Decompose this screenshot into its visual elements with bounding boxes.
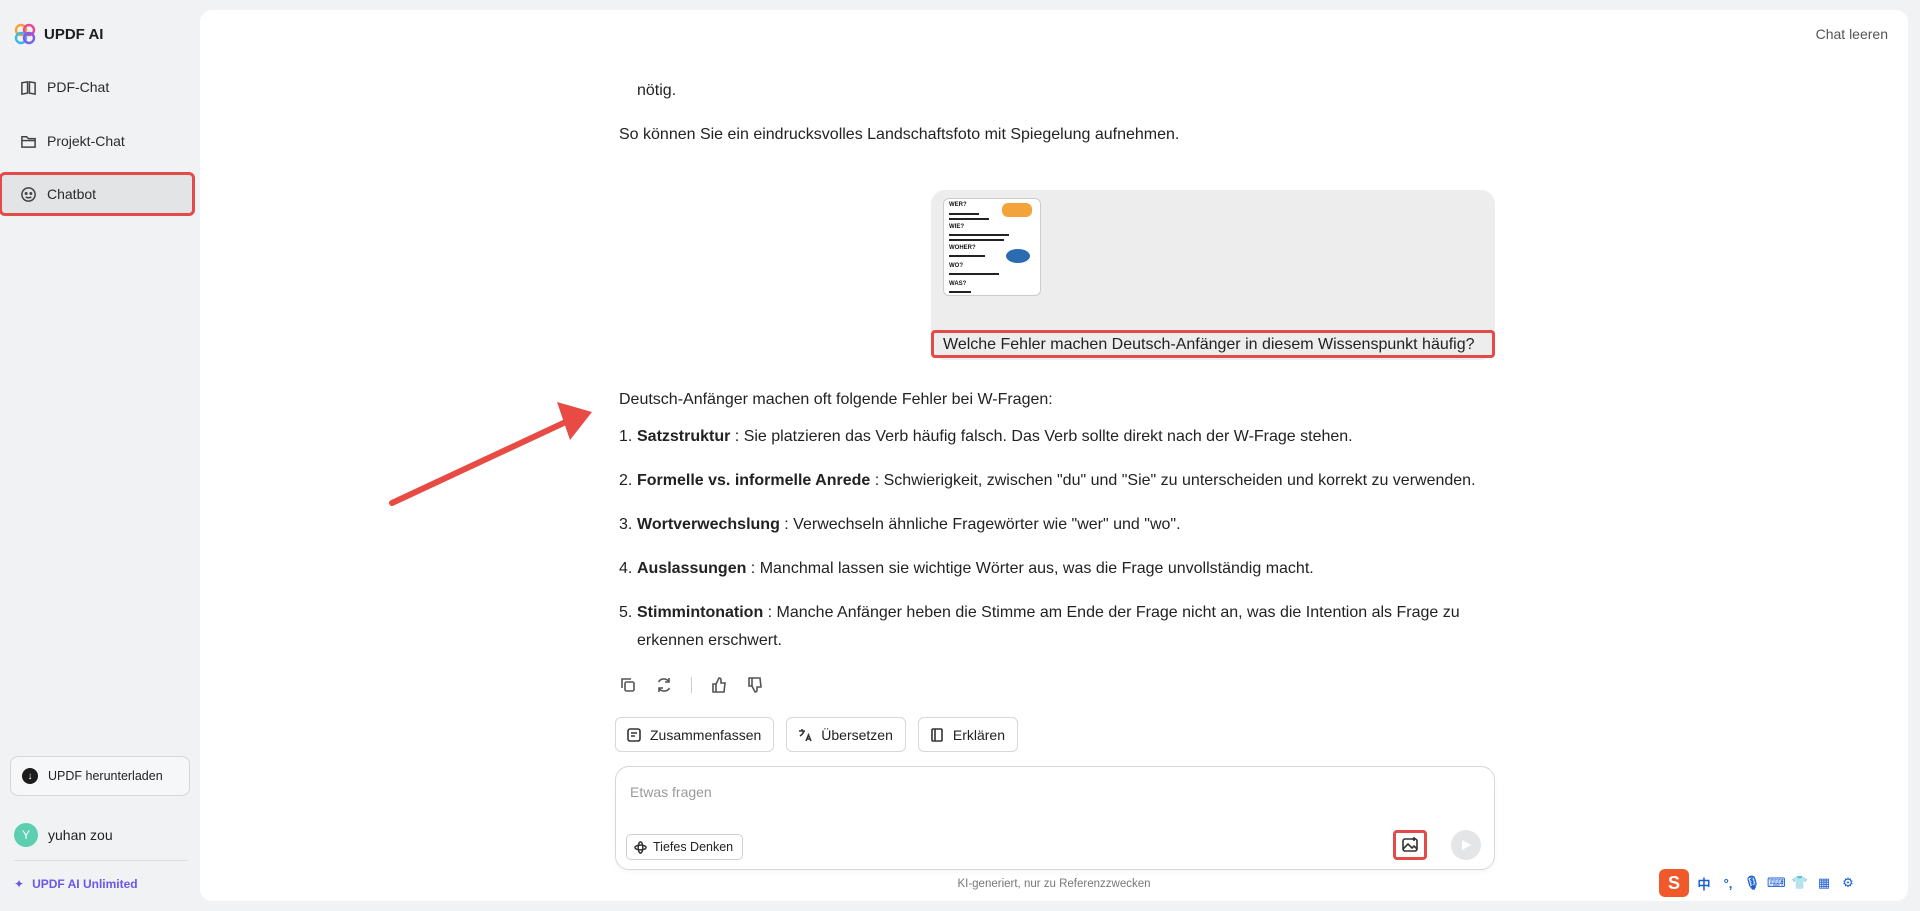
sidebar-item-label: PDF-Chat [47, 79, 110, 95]
book-icon [931, 727, 943, 742]
bot-icon [21, 186, 36, 202]
brand-name: UPDF AI [44, 25, 104, 43]
previous-answer-closing: So können Sie ein eindrucksvolles Landsc… [619, 126, 1180, 143]
keyboard-icon[interactable]: ⌨ [1767, 875, 1786, 891]
list-item: 2. Formelle vs. informelle Anrede : Schwi… [619, 472, 1476, 489]
message-composer: Tiefes Denken [615, 766, 1495, 870]
user-profile[interactable]: Y yuhan zou [14, 823, 113, 847]
attached-image-thumbnail[interactable]: WER? WIE? WOHER? WO? WAS? [943, 198, 1041, 296]
sidebar: UPDF AI PDF-Chat Projekt-Chat Chatbot ↓ … [0, 0, 198, 911]
chat-input[interactable] [630, 781, 1470, 803]
ime-language-toggle[interactable]: 中 [1695, 874, 1713, 893]
sidebar-divider [14, 860, 188, 861]
avatar: Y [14, 823, 38, 847]
ime-punctuation-toggle[interactable]: °, [1719, 876, 1737, 891]
thumb-heading: WER? [949, 202, 967, 208]
sidebar-item-projekt-chat[interactable]: Projekt-Chat [10, 122, 192, 160]
translate-icon [799, 728, 813, 741]
previous-answer-tail: nötig. [637, 82, 677, 99]
updf-logo-icon [14, 23, 36, 45]
list-item: 5. Stimmintonation : Manche Anfänger hebe… [619, 604, 1460, 649]
list-item: 1. Satzstruktur : Sie platzieren das Verb… [619, 428, 1353, 445]
skin-icon[interactable]: 👕 [1791, 875, 1809, 891]
regenerate-icon[interactable] [655, 676, 673, 694]
summarize-icon [627, 727, 641, 742]
sidebar-item-label: Projekt-Chat [47, 133, 125, 149]
unlimited-link[interactable]: ✦ UPDF AI Unlimited [14, 877, 138, 891]
people-icon [1002, 203, 1032, 217]
image-plus-icon [1402, 837, 1418, 852]
message-actions [619, 676, 764, 694]
explain-label: Erklären [952, 726, 1006, 743]
globe-icon [1006, 249, 1030, 263]
list-item: 3. Wortverwechslung : Verwechseln ähnlich… [619, 516, 1181, 533]
assistant-answer: Deutsch-Anfänger machen oft folgende Feh… [619, 391, 1499, 671]
thumb-heading: WO? [949, 263, 963, 269]
thumbs-up-icon[interactable] [710, 676, 728, 694]
sidebar-item-chatbot[interactable]: Chatbot [0, 172, 195, 216]
thumbs-down-icon[interactable] [746, 676, 764, 694]
explain-button[interactable]: Erklären [917, 717, 1019, 752]
sidebar-item-pdf-chat[interactable]: PDF-Chat [10, 68, 192, 106]
deep-think-label: Tiefes Denken [653, 840, 734, 854]
chat-panel: Chat leeren nötig. So können Sie ein ein… [200, 10, 1908, 901]
summarize-label: Zusammenfassen [650, 726, 762, 743]
brand-logo[interactable]: UPDF AI [14, 22, 103, 46]
unlimited-label: UPDF AI Unlimited [32, 877, 138, 891]
sidebar-item-label: Chatbot [47, 186, 97, 202]
download-icon: ↓ [22, 768, 38, 784]
ai-disclaimer: KI-generiert, nur zu Referenzzwecken [957, 878, 1151, 890]
send-button[interactable] [1451, 830, 1481, 860]
sparkle-icon: ✦ [14, 877, 25, 891]
microphone-icon[interactable]: 🎙 [1743, 875, 1761, 891]
translate-label: Übersetzen [821, 726, 893, 743]
translate-button[interactable]: Übersetzen [786, 717, 906, 752]
ime-toolbar: S 中 °, 🎙 ⌨ 👕 ▦ ⚙ [1655, 868, 1861, 898]
action-separator [691, 677, 692, 693]
answer-list: 1. Satzstruktur : Sie platzieren das Verb… [619, 423, 1499, 655]
send-icon [1462, 840, 1471, 850]
list-item: 4. Auslassungen : Manchmal lassen sie wic… [619, 560, 1314, 577]
settings-icon[interactable]: ⚙ [1839, 875, 1857, 891]
image-upload-button[interactable] [1393, 830, 1427, 860]
download-label: UPDF herunterladen [48, 769, 163, 783]
summarize-button[interactable]: Zusammenfassen [615, 717, 775, 752]
thumb-heading: WAS? [949, 281, 967, 287]
answer-intro: Deutsch-Anfänger machen oft folgende Feh… [619, 391, 1053, 408]
sogou-logo-icon[interactable]: S [1659, 869, 1689, 897]
atom-icon [634, 840, 647, 854]
copy-icon[interactable] [619, 676, 637, 694]
clear-chat-button[interactable]: Chat leeren [1816, 26, 1888, 42]
download-updf-button[interactable]: ↓ UPDF herunterladen [10, 756, 190, 796]
grid-icon[interactable]: ▦ [1815, 875, 1833, 891]
folder-icon [21, 135, 36, 148]
user-message: WER? WIE? WOHER? WO? WAS? Welche Fehler … [931, 190, 1495, 360]
user-name: yuhan zou [48, 827, 113, 843]
thumb-heading: WIE? [949, 224, 964, 230]
book-icon [21, 80, 36, 95]
quick-actions: Zusammenfassen Übersetzen Erklären [615, 717, 1019, 752]
thumb-heading: WOHER? [949, 245, 976, 251]
deep-think-toggle[interactable]: Tiefes Denken [626, 834, 744, 860]
user-question-text: Welche Fehler machen Deutsch-Anfänger in… [931, 330, 1495, 358]
